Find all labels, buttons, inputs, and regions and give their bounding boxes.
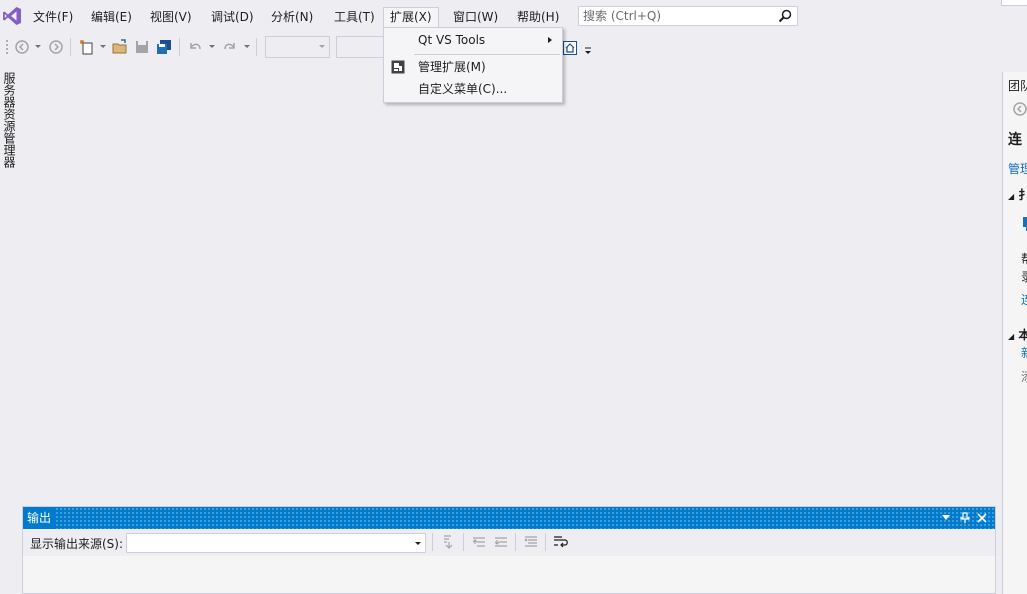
window-controls-edge xyxy=(1001,0,1027,6)
output-toolbar: 显示输出来源(S): xyxy=(23,529,995,556)
team-text-2: 录 xyxy=(1021,268,1027,285)
menu-item-qt-vs-tools[interactable]: Qt VS Tools xyxy=(384,29,562,51)
go-to-previous-message-icon[interactable] xyxy=(471,534,487,550)
team-explorer-title: 团队 xyxy=(1008,79,1027,93)
chevron-down-icon xyxy=(415,542,421,545)
toolbar-separator xyxy=(256,38,257,56)
team-section-2[interactable]: ◢ 本 xyxy=(1008,326,1027,343)
toolbar-separator xyxy=(179,38,180,56)
pin-icon[interactable] xyxy=(960,512,970,524)
connect-plug-icon xyxy=(1023,217,1027,231)
toolbar-separator xyxy=(463,533,464,551)
redo-icon[interactable] xyxy=(222,39,238,55)
save-all-icon[interactable] xyxy=(156,39,172,55)
expand-triangle-icon: ◢ xyxy=(1008,192,1015,201)
menu-view[interactable]: 视图(V) xyxy=(144,7,198,27)
team-text-3: 添 xyxy=(1021,368,1027,385)
back-dropdown-arrow-icon[interactable] xyxy=(35,45,41,48)
output-source-label: 显示输出来源(S): xyxy=(30,537,124,551)
menu-separator xyxy=(414,54,560,55)
expand-triangle-icon: ◢ xyxy=(1008,332,1015,341)
extensions-dropdown-menu: Qt VS Tools 管理扩展(M) 自定义菜单(C)... xyxy=(383,27,563,103)
output-text-area[interactable] xyxy=(23,556,995,593)
menu-window[interactable]: 窗口(W) xyxy=(447,7,504,27)
close-icon[interactable] xyxy=(977,513,987,523)
undo-icon[interactable] xyxy=(187,39,203,55)
find-message-in-code-icon[interactable] xyxy=(441,534,457,550)
menu-item-manage-extensions[interactable]: 管理扩展(M) xyxy=(384,56,562,78)
menu-edit[interactable]: 编辑(E) xyxy=(85,7,138,27)
output-title-bar[interactable]: 输出 xyxy=(23,507,995,529)
server-explorer-tab[interactable]: 服务器资源管理器 xyxy=(0,70,18,180)
toolbar-separator xyxy=(545,533,546,551)
menu-tools[interactable]: 工具(T) xyxy=(328,7,381,27)
home-icon[interactable] xyxy=(563,41,577,55)
team-new-link[interactable]: 新 xyxy=(1021,344,1027,361)
team-explorer-panel: 团队 连 管理 ◢ 扌 帮 录 连 ◢ 本 新 添 xyxy=(1002,72,1027,594)
team-section-1[interactable]: ◢ 扌 xyxy=(1008,186,1027,203)
team-heading: 连 xyxy=(1008,132,1022,148)
menu-item-label: 管理扩展(M) xyxy=(418,60,486,74)
search-icon[interactable] xyxy=(778,9,792,23)
team-back-icon[interactable] xyxy=(1013,102,1027,116)
navigate-forward-icon[interactable] xyxy=(48,39,64,55)
output-source-select[interactable] xyxy=(126,533,426,553)
visual-studio-logo-icon[interactable] xyxy=(2,6,22,26)
menu-help[interactable]: 帮助(H) xyxy=(511,7,565,27)
open-file-icon[interactable] xyxy=(112,39,128,55)
redo-dropdown-arrow-icon[interactable] xyxy=(244,45,250,48)
go-to-next-message-icon[interactable] xyxy=(493,534,509,550)
extensions-icon xyxy=(391,60,405,74)
solution-configuration-combo[interactable] xyxy=(265,36,330,58)
save-icon[interactable] xyxy=(134,39,150,55)
team-manage-link[interactable]: 管理 xyxy=(1008,160,1027,177)
combo-arrow-icon xyxy=(319,45,325,48)
menu-item-label: 自定义菜单(C)... xyxy=(418,82,508,96)
menu-item-customize-menu[interactable]: 自定义菜单(C)... xyxy=(384,78,562,100)
toggle-word-wrap-icon[interactable] xyxy=(553,534,569,550)
toolbar-separator xyxy=(70,38,71,56)
menu-file[interactable]: 文件(F) xyxy=(27,7,79,27)
submenu-arrow-icon xyxy=(548,37,552,43)
menu-extensions[interactable]: 扩展(X) xyxy=(383,7,439,28)
new-project-icon[interactable] xyxy=(79,39,95,55)
toolbar-grip[interactable] xyxy=(5,39,9,55)
search-placeholder: 搜索 (Ctrl+Q) xyxy=(583,9,662,23)
output-title: 输出 xyxy=(23,507,56,529)
menu-item-label: Qt VS Tools xyxy=(418,33,486,47)
navigate-back-icon[interactable] xyxy=(14,39,30,55)
menu-debug[interactable]: 调试(D) xyxy=(205,7,260,27)
toolbar-separator xyxy=(515,533,516,551)
team-text-1: 帮 xyxy=(1021,250,1027,267)
search-input[interactable]: 搜索 (Ctrl+Q) xyxy=(578,6,798,26)
window-position-dropdown-icon[interactable] xyxy=(942,515,950,521)
output-window: 输出 显示输出来源(S): xyxy=(22,506,996,594)
toolbar-separator xyxy=(432,533,433,551)
new-project-dropdown-arrow-icon[interactable] xyxy=(100,45,106,48)
clear-all-icon[interactable] xyxy=(523,534,539,550)
menu-analyze[interactable]: 分析(N) xyxy=(265,7,319,27)
undo-dropdown-arrow-icon[interactable] xyxy=(209,45,215,48)
toolbar-options-icon[interactable] xyxy=(584,47,592,55)
team-connect-link[interactable]: 连 xyxy=(1021,291,1027,308)
